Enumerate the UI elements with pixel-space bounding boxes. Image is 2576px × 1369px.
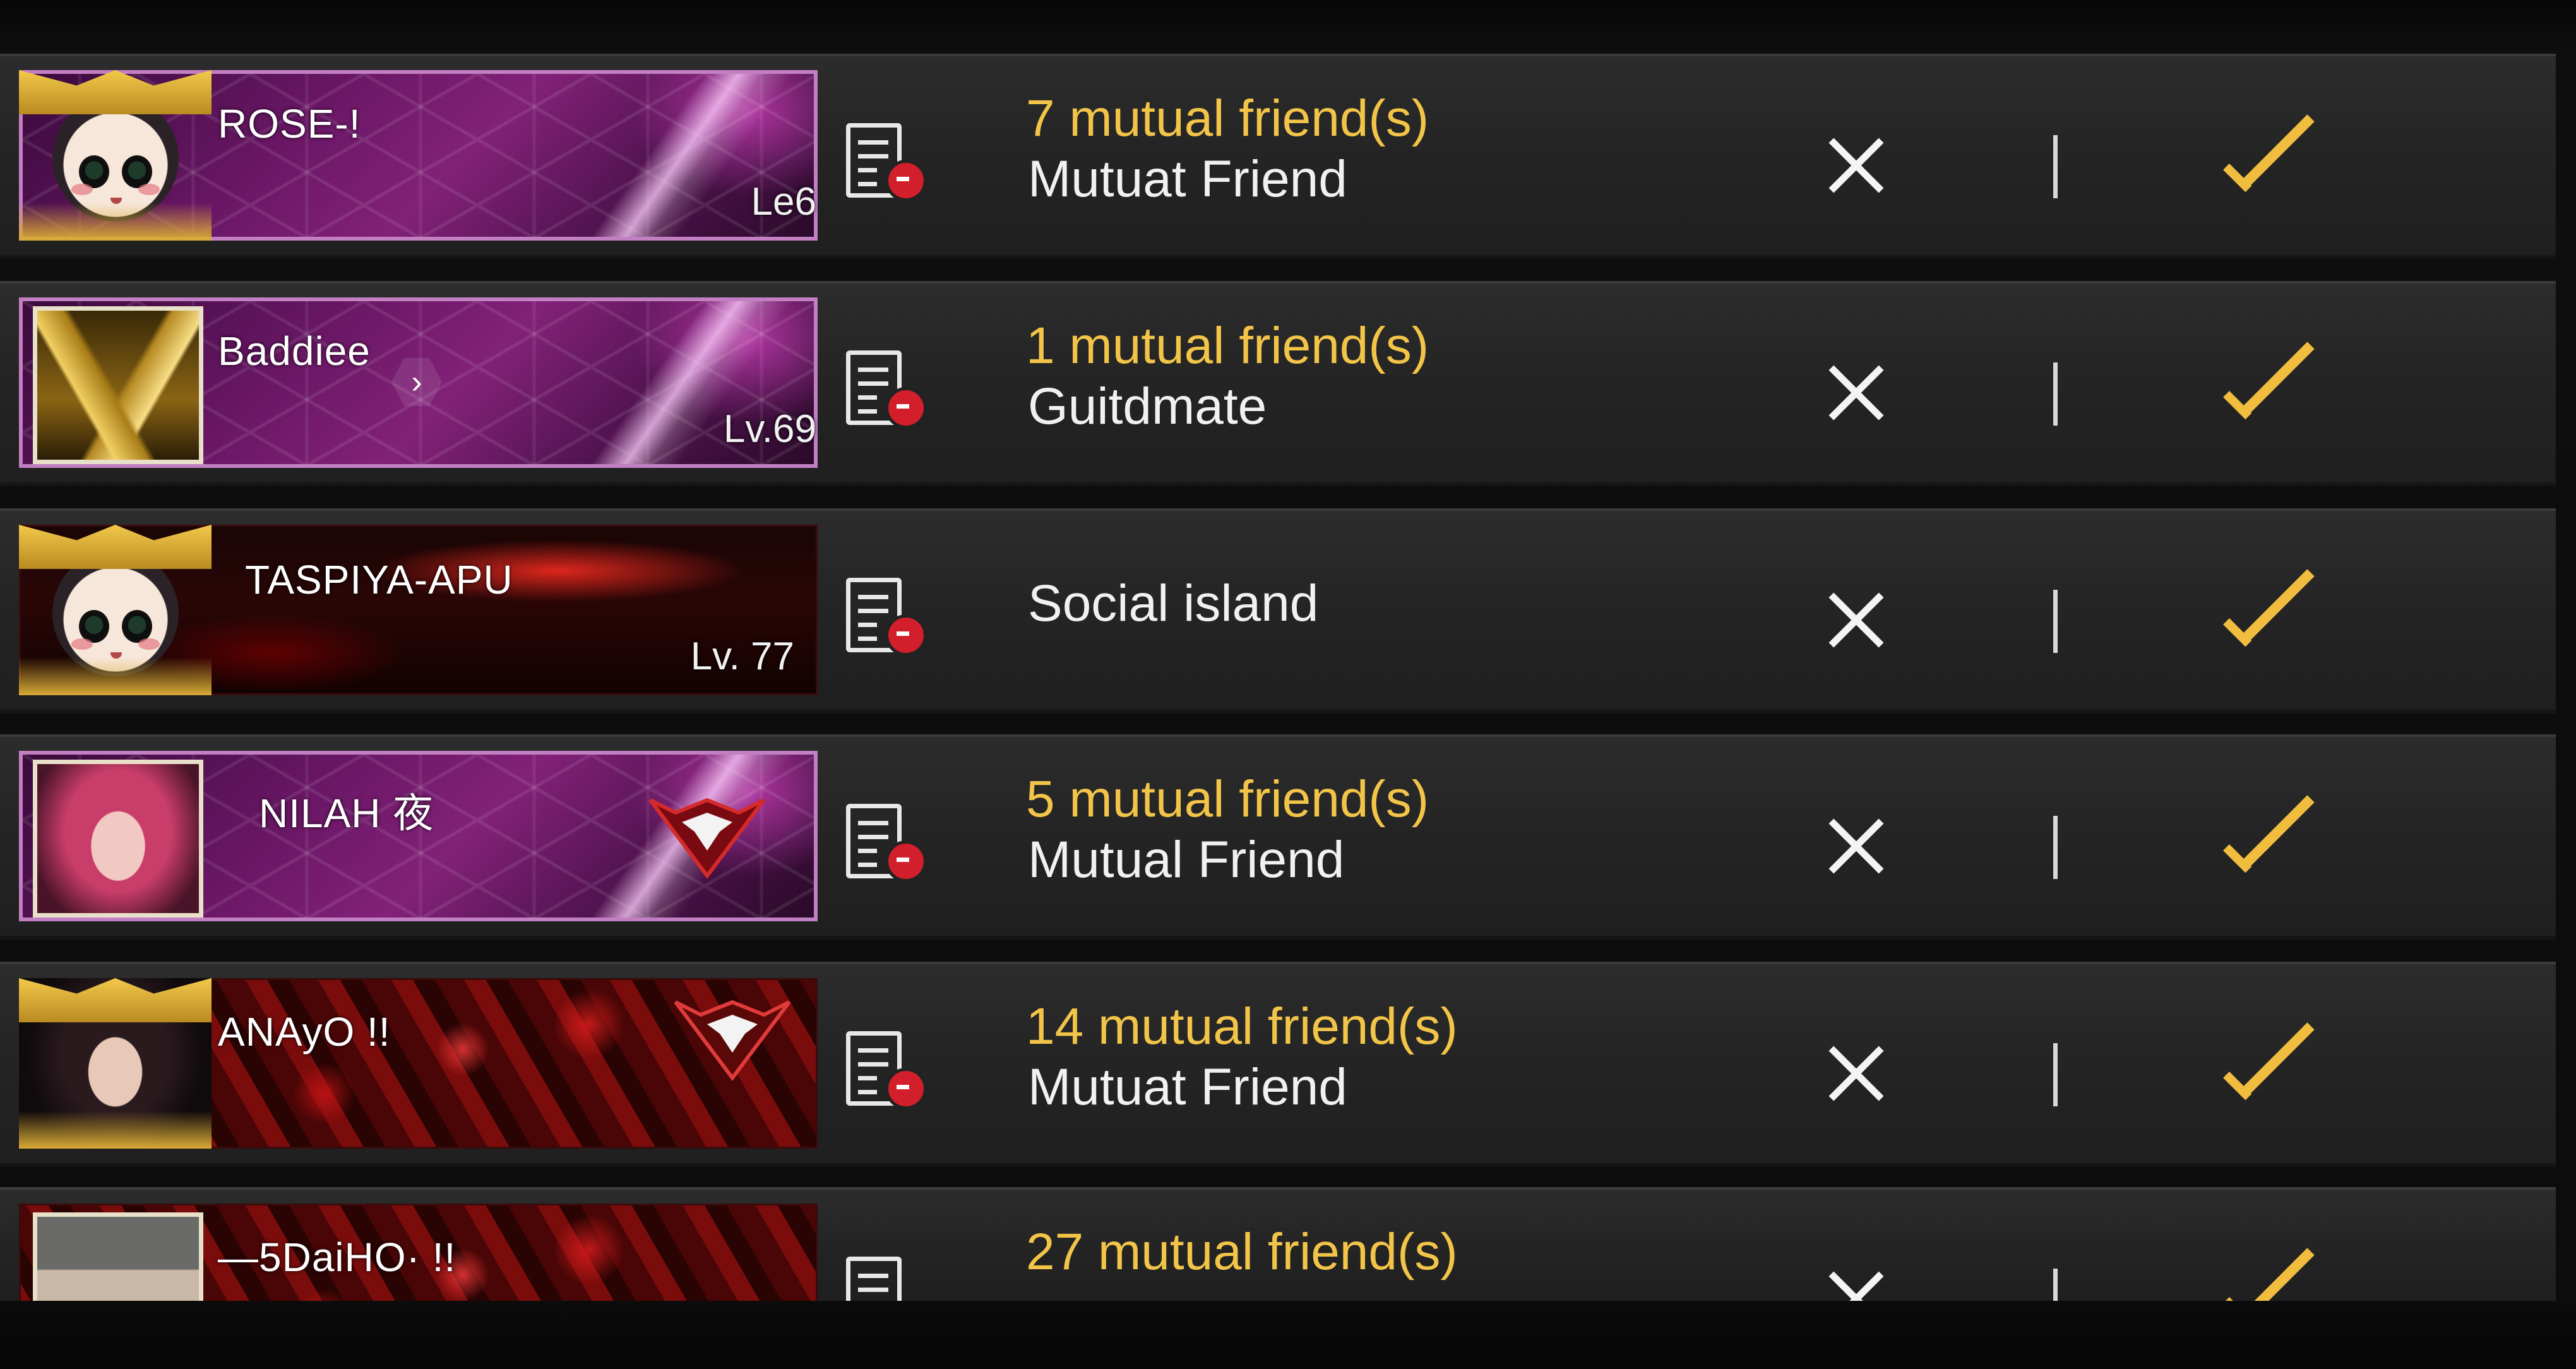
friend-request-list: ROSE-! Le6 7 mutual friend(s) Mutuat Fri… bbox=[0, 0, 2576, 1369]
friend-request-row: ANAyO !! 14 mutual friend(s) Mutuat Frie… bbox=[0, 962, 2556, 1167]
mutual-friends-count: 14 mutual friend(s) bbox=[1026, 998, 1458, 1055]
request-source: Guitdmate bbox=[1028, 378, 1267, 435]
reject-button[interactable] bbox=[1822, 358, 1891, 427]
player-level: Lv. 77 bbox=[690, 635, 794, 678]
friend-request-row: Baddiee › Lv.69 1 mutual friend(s) Guitd… bbox=[0, 281, 2556, 486]
profile-card-icon bbox=[846, 1257, 902, 1301]
view-profile-button[interactable] bbox=[846, 804, 934, 899]
avatar[interactable] bbox=[19, 70, 212, 241]
divider bbox=[2053, 590, 2058, 653]
mutual-friends-count: 27 mutual friend(s) bbox=[1026, 1223, 1458, 1281]
guild-emblem-icon bbox=[674, 1000, 791, 1081]
mutual-friends-count: 5 mutual friend(s) bbox=[1026, 770, 1429, 828]
friend-request-row: —5DaiHO· !! 27 mutual friend(s) bbox=[0, 1187, 2556, 1301]
guild-emblem-icon bbox=[648, 798, 766, 879]
player-level: Le6 bbox=[751, 180, 816, 224]
minus-badge-icon bbox=[885, 840, 927, 882]
mutual-friends-count: 7 mutual friend(s) bbox=[1026, 90, 1429, 147]
minus-badge-icon bbox=[885, 1068, 927, 1109]
player-name: ROSE-! bbox=[218, 101, 361, 146]
divider bbox=[2053, 816, 2058, 879]
player-name: —5DaiHO· !! bbox=[218, 1234, 456, 1280]
friend-request-row: NILAH 夜 5 mutual friend(s) Mutual Friend bbox=[0, 734, 2556, 940]
request-source: Social island bbox=[1028, 575, 1319, 632]
avatar[interactable] bbox=[19, 525, 212, 695]
player-name: Baddiee bbox=[218, 328, 371, 374]
reject-button[interactable] bbox=[1822, 811, 1891, 881]
accept-button[interactable] bbox=[2221, 1258, 2316, 1301]
divider bbox=[2053, 135, 2058, 198]
accept-button[interactable] bbox=[2221, 579, 2316, 661]
player-level: Lv.69 bbox=[723, 407, 816, 451]
friend-request-row: ROSE-! Le6 7 mutual friend(s) Mutuat Fri… bbox=[0, 54, 2556, 259]
view-profile-button[interactable] bbox=[846, 1031, 934, 1126]
view-profile-button[interactable] bbox=[846, 578, 934, 673]
request-source: Mutual Friend bbox=[1028, 831, 1345, 888]
minus-badge-icon bbox=[885, 387, 927, 429]
accept-button[interactable] bbox=[2221, 352, 2316, 434]
avatar[interactable] bbox=[33, 306, 203, 464]
reject-button[interactable] bbox=[1822, 1039, 1891, 1108]
mutual-friends-count: 1 mutual friend(s) bbox=[1026, 317, 1429, 374]
reject-button[interactable] bbox=[1822, 1264, 1891, 1301]
accept-button[interactable] bbox=[2221, 1032, 2316, 1115]
accept-button[interactable] bbox=[2221, 805, 2316, 887]
player-name: TASPIYA-APU bbox=[245, 557, 513, 602]
friend-request-row: TASPIYA-APU Lv. 77 Social island bbox=[0, 508, 2556, 714]
divider bbox=[2053, 1269, 2058, 1301]
view-profile-button[interactable] bbox=[846, 1257, 934, 1301]
request-source: Mutuat Friend bbox=[1028, 150, 1347, 208]
reject-button[interactable] bbox=[1822, 585, 1891, 655]
view-profile-button[interactable] bbox=[846, 350, 934, 445]
accept-button[interactable] bbox=[2221, 124, 2316, 206]
avatar[interactable] bbox=[19, 978, 212, 1149]
view-profile-button[interactable] bbox=[846, 123, 934, 218]
divider bbox=[2053, 1043, 2058, 1106]
divider bbox=[2053, 362, 2058, 426]
player-name: ANAyO !! bbox=[218, 1009, 391, 1055]
minus-badge-icon bbox=[885, 614, 927, 656]
player-name: NILAH 夜 bbox=[259, 791, 434, 836]
minus-badge-icon bbox=[885, 160, 927, 201]
reject-button[interactable] bbox=[1822, 131, 1891, 200]
request-source: Mutuat Friend bbox=[1028, 1058, 1347, 1116]
avatar[interactable] bbox=[33, 1212, 203, 1301]
avatar[interactable] bbox=[33, 760, 203, 918]
